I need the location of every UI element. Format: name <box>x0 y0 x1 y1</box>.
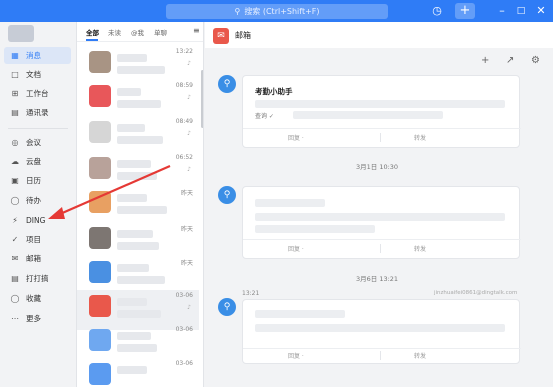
arrow-shaft <box>59 164 171 216</box>
annotation-arrow <box>48 164 171 219</box>
arrow-head <box>48 207 65 219</box>
